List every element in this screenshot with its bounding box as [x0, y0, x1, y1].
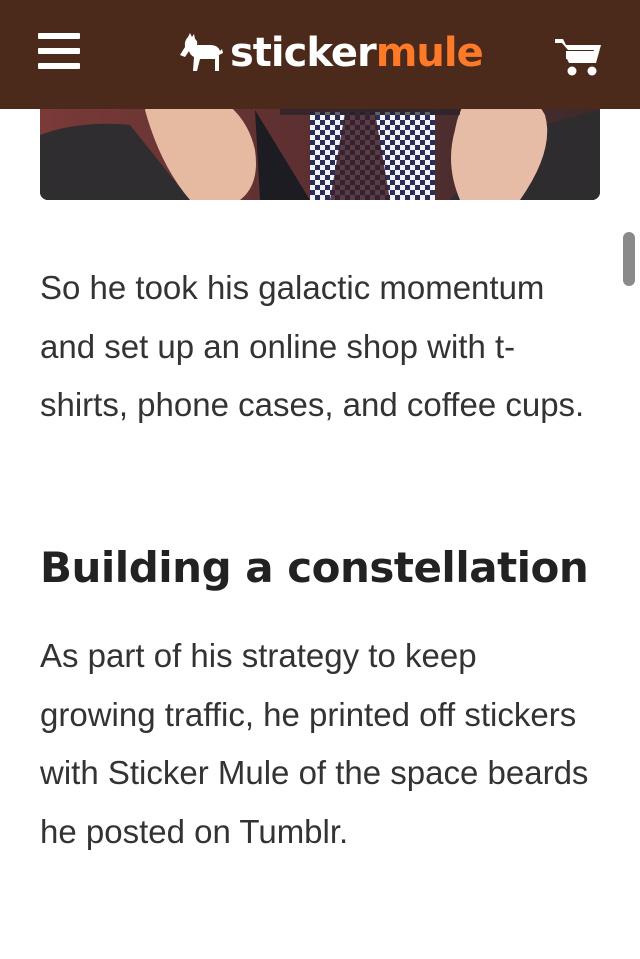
menu-icon-bar	[38, 48, 80, 54]
brand-wordmark-part2: mule	[375, 30, 484, 76]
brand-logo[interactable]: stickermule	[178, 28, 484, 78]
article-paragraph: As part of his strategy to keep growing …	[40, 637, 589, 850]
menu-icon-bar	[38, 33, 80, 39]
brand-wordmark: stickermule	[230, 30, 484, 76]
menu-button[interactable]	[38, 31, 82, 73]
article-paragraph: So he took his galactic momentum and set…	[40, 269, 585, 423]
scrollbar-thumb[interactable]	[623, 232, 635, 286]
mule-logo-icon	[180, 33, 223, 71]
brand-wordmark-part1: sticker	[230, 30, 377, 76]
page: stickermule So he took his galactic mome…	[0, 0, 640, 959]
site-header: stickermule	[0, 0, 640, 109]
menu-icon-bar	[38, 63, 80, 69]
cart-button[interactable]	[555, 36, 603, 78]
section-heading: Building a constellation	[40, 543, 589, 592]
cart-icon	[555, 39, 601, 76]
